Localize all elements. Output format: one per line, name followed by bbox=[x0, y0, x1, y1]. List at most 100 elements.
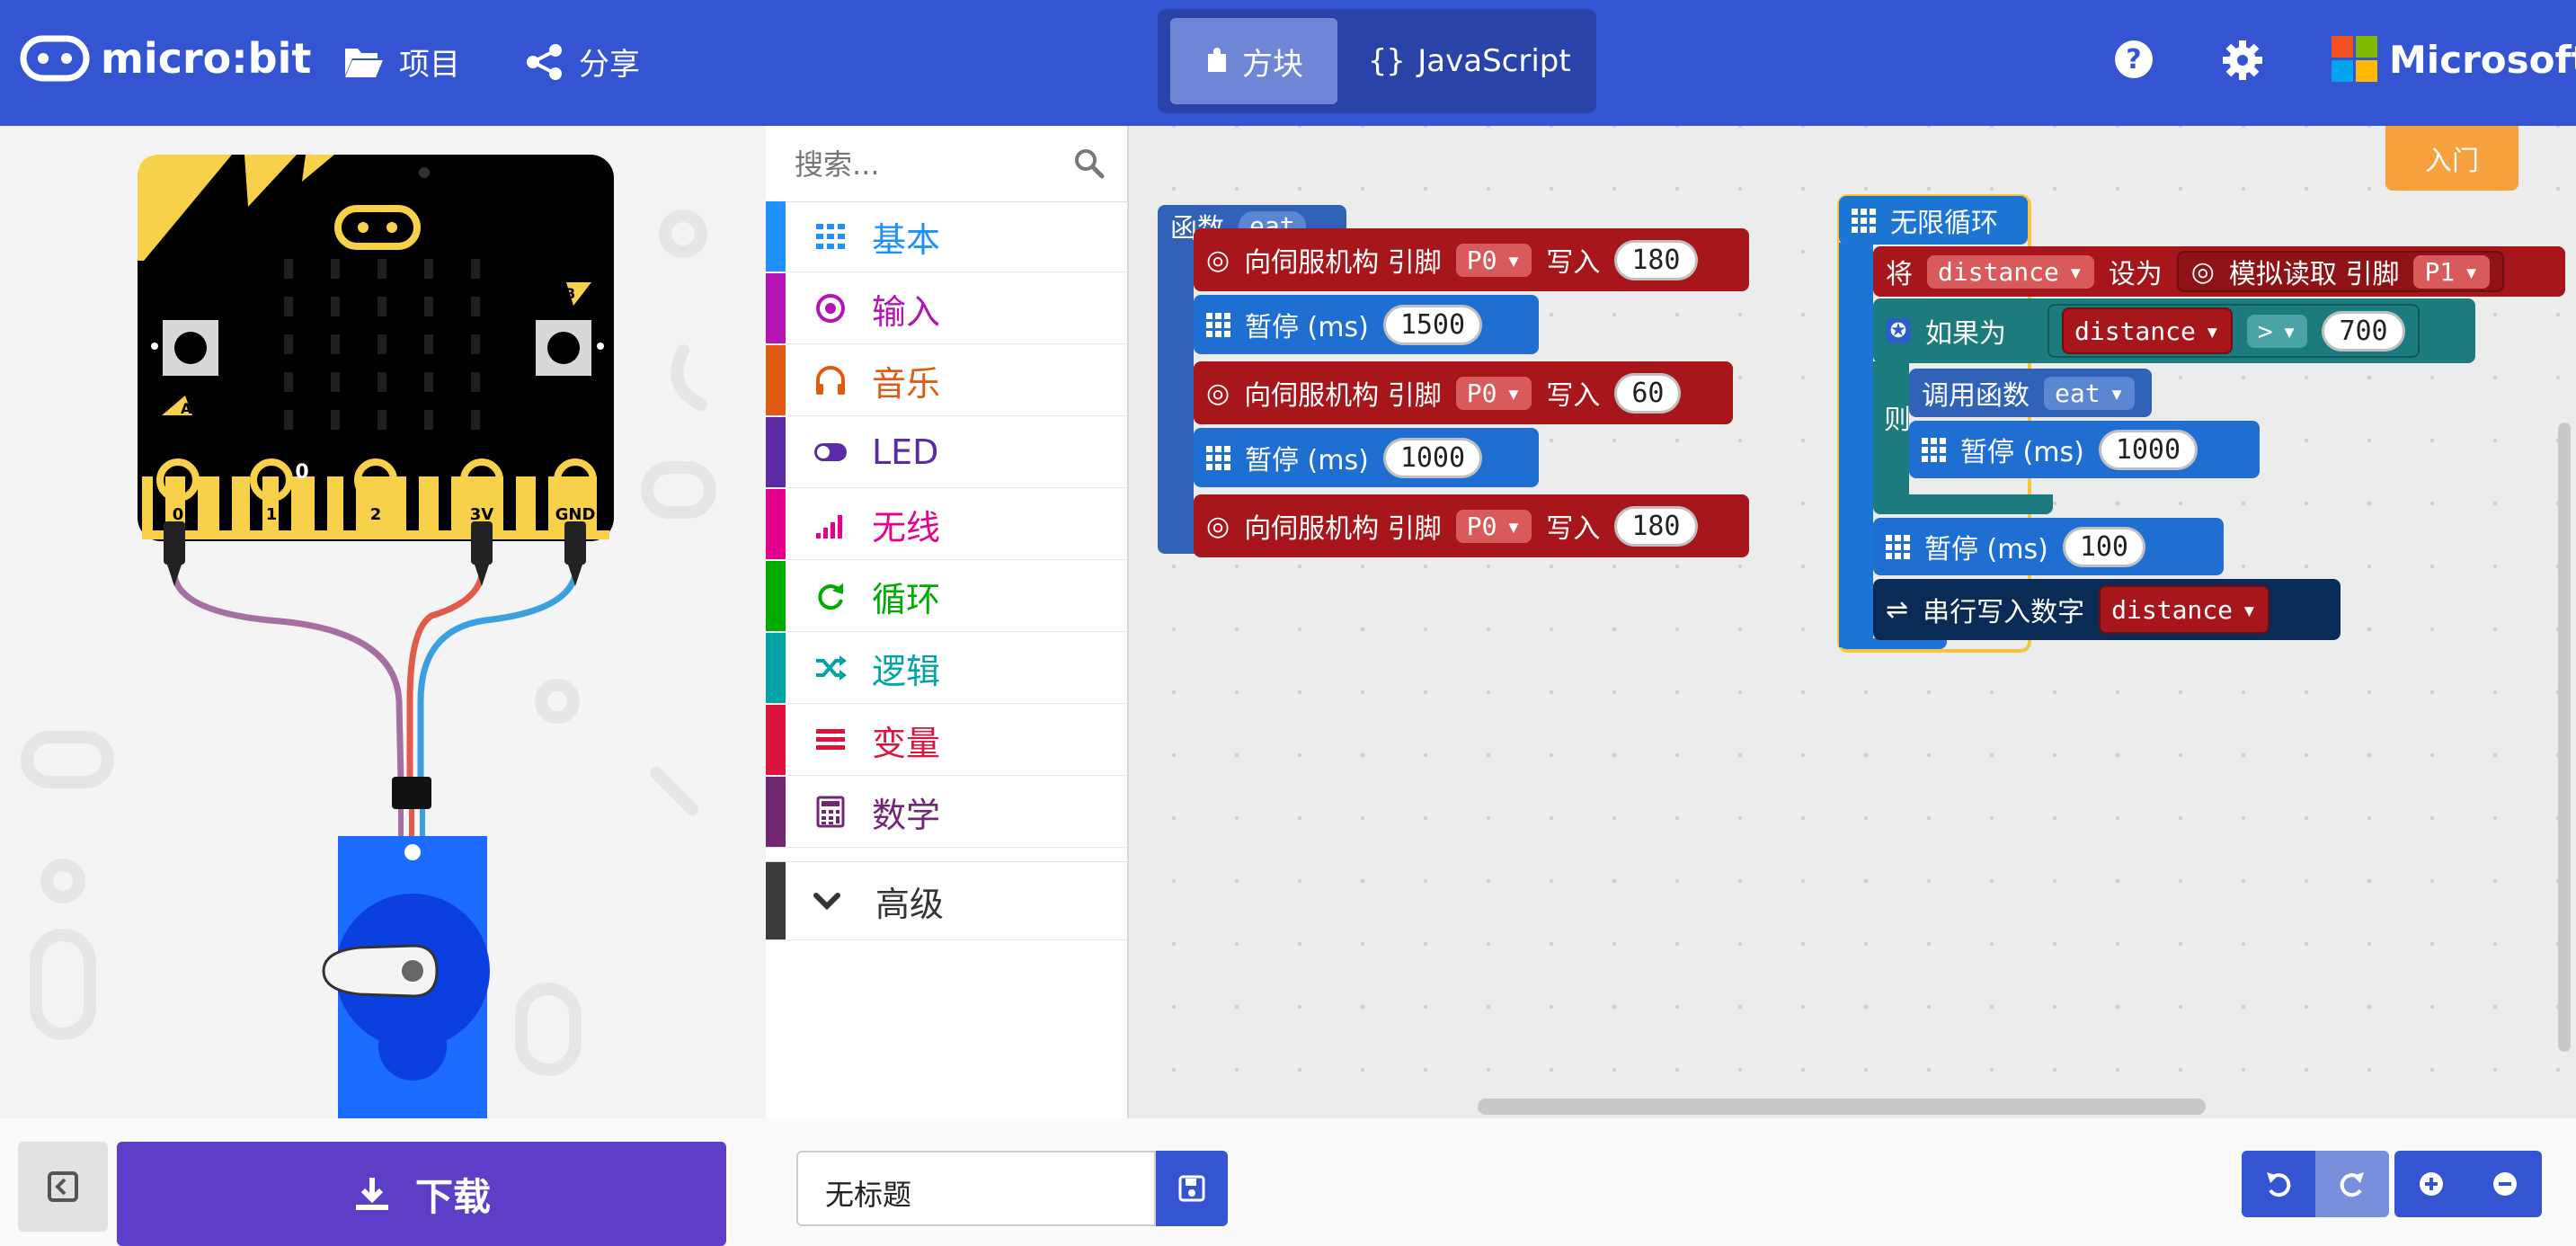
write-label: 写入 bbox=[1546, 380, 1601, 412]
pin-dropdown[interactable]: P0 ▾ bbox=[1455, 509, 1532, 543]
share-button[interactable]: 分享 bbox=[525, 40, 640, 84]
inner-pause-value[interactable]: 1000 bbox=[2098, 429, 2198, 470]
logo-text: micro:bit bbox=[101, 34, 312, 83]
help-icon: ? bbox=[2115, 40, 2153, 78]
download-button[interactable]: 下载 bbox=[117, 1142, 726, 1246]
servo-write-block[interactable]: ◎ 向伺服机构 引脚 P0 ▾ 写入 60 bbox=[1194, 361, 1733, 424]
tab-blocks[interactable]: 方块 bbox=[1170, 18, 1337, 104]
pause-label: 暂停 (ms) bbox=[1245, 445, 1369, 476]
microsoft-logo[interactable]: Microsoft bbox=[2332, 36, 2576, 83]
servo-value[interactable]: 180 bbox=[1614, 239, 1698, 280]
toggle-icon bbox=[802, 434, 859, 470]
top-bar: micro:bit 项目 分享 方块 {} JavaScript ? Micro… bbox=[0, 0, 2576, 126]
getting-started-label: 入门 bbox=[2425, 146, 2479, 177]
set-to-label: 设为 bbox=[2108, 259, 2163, 290]
collapse-simulator-button[interactable] bbox=[18, 1142, 108, 1232]
pause-label: 暂停 (ms) bbox=[1924, 534, 2048, 565]
project-name-value: 无标题 bbox=[825, 1178, 912, 1212]
svg-text:?: ? bbox=[2126, 44, 2141, 76]
settings-button[interactable] bbox=[2222, 40, 2263, 81]
simulator-svg: A B 0 1 2 3V GND 0 bbox=[21, 155, 716, 1118]
category-loops[interactable]: 循环 bbox=[766, 561, 1127, 632]
serial-variable-dropdown[interactable]: distance ▾ bbox=[2099, 585, 2270, 634]
variable-dropdown[interactable]: distance ▾ bbox=[1927, 254, 2094, 289]
category-basic[interactable]: 基本 bbox=[766, 201, 1127, 272]
forever-header[interactable]: 无限循环 bbox=[1839, 196, 2028, 245]
compare-value[interactable]: 700 bbox=[2322, 310, 2405, 352]
search-icon[interactable] bbox=[1073, 147, 1106, 180]
category-input[interactable]: 输入 bbox=[766, 273, 1127, 344]
search-input[interactable] bbox=[793, 142, 1066, 187]
call-function-block[interactable]: 调用函数 eat ▾ bbox=[1909, 369, 2152, 417]
zoom-out-button[interactable] bbox=[2468, 1151, 2542, 1217]
pause-value[interactable]: 1500 bbox=[1382, 304, 1483, 345]
blocks-workspace[interactable]: 入门 函数 eat ◎ 向伺服机构 引脚 P0▾ 写入 180 暂停 (ms) … bbox=[1129, 126, 2576, 1118]
category-radio[interactable]: 无线 bbox=[766, 489, 1127, 560]
caret-down-icon: ▾ bbox=[2281, 316, 2297, 346]
download-label: 下载 bbox=[414, 1174, 491, 1219]
analog-pin-dropdown[interactable]: P1 ▾ bbox=[2413, 254, 2491, 289]
category-label: 循环 bbox=[872, 579, 941, 619]
comparison-block[interactable]: distance ▾ > ▾ 700 bbox=[2047, 304, 2420, 358]
zoom-in-button[interactable] bbox=[2394, 1151, 2468, 1217]
tab-blocks-label: 方块 bbox=[1242, 46, 1303, 83]
led-pixel bbox=[284, 334, 293, 354]
category-variables[interactable]: 变量 bbox=[766, 705, 1127, 776]
microsoft-icon bbox=[2332, 36, 2377, 82]
tab-javascript[interactable]: {} JavaScript bbox=[1357, 18, 1582, 104]
pin-label-1: 1 bbox=[266, 505, 278, 524]
pause-block[interactable]: 暂停 (ms) 1000 bbox=[1194, 428, 1539, 487]
save-button[interactable] bbox=[1156, 1151, 1228, 1226]
servo-write-block[interactable]: ◎ 向伺服机构 引脚 P0 ▾ 写入 180 bbox=[1194, 494, 1749, 557]
category-led[interactable]: LED bbox=[766, 417, 1127, 488]
servo-write-block[interactable]: ◎ 向伺服机构 引脚 P0 ▾ 写入 180 bbox=[1194, 228, 1749, 291]
serial-write-block[interactable]: ⇌ 串行写入数字 distance ▾ bbox=[1873, 579, 2341, 640]
microbit-logo[interactable]: micro:bit bbox=[20, 34, 311, 83]
grid-icon bbox=[1206, 445, 1230, 470]
undo-button[interactable] bbox=[2242, 1151, 2315, 1217]
toolbox-advanced[interactable]: 高级 bbox=[766, 861, 1127, 940]
servo-value[interactable]: 60 bbox=[1614, 372, 1682, 414]
category-label: LED bbox=[872, 432, 939, 472]
led-pixel bbox=[424, 372, 433, 392]
led-pixel bbox=[284, 297, 293, 316]
pause-value[interactable]: 1000 bbox=[1382, 437, 1483, 478]
inner-pause-block[interactable]: 暂停 (ms) 1000 bbox=[1909, 421, 2260, 478]
category-logic[interactable]: 逻辑 bbox=[766, 633, 1127, 704]
inner-pause-label: 暂停 (ms) bbox=[1960, 437, 2084, 468]
projects-button[interactable]: 项目 bbox=[343, 40, 460, 84]
project-name-field[interactable]: 无标题 bbox=[796, 1151, 1156, 1226]
horizontal-scrollbar[interactable] bbox=[1478, 1099, 2206, 1115]
analog-read-block[interactable]: ◎ 模拟读取 引脚 P1 ▾ bbox=[2176, 251, 2505, 292]
redo-button[interactable] bbox=[2315, 1151, 2389, 1217]
pin-dropdown[interactable]: P0 ▾ bbox=[1455, 376, 1532, 410]
pin-label-2: 2 bbox=[370, 505, 382, 524]
getting-started-button[interactable]: 入门 bbox=[2385, 126, 2518, 191]
operator-dropdown[interactable]: > ▾ bbox=[2246, 314, 2308, 348]
bottom-bar: 下载 无标题 bbox=[0, 1118, 2576, 1246]
pause-block[interactable]: 暂停 (ms) 1500 bbox=[1194, 295, 1539, 354]
pause-value[interactable]: 100 bbox=[2062, 526, 2145, 567]
servo-value[interactable]: 180 bbox=[1614, 505, 1698, 547]
servo-wires bbox=[171, 572, 579, 786]
editor-toggle: 方块 {} JavaScript bbox=[1158, 9, 1596, 113]
pause-block[interactable]: 暂停 (ms) 100 bbox=[1873, 518, 2224, 575]
led-pixel bbox=[331, 259, 340, 279]
refresh-icon bbox=[802, 578, 859, 614]
pin-label-0: 0 bbox=[173, 505, 184, 524]
if-label: 如果为 bbox=[1925, 318, 2006, 350]
servo-label: 向伺服机构 引脚 bbox=[1244, 247, 1442, 279]
target-icon: ◎ bbox=[1206, 510, 1230, 542]
category-math[interactable]: 数学 bbox=[766, 777, 1127, 848]
help-button[interactable]: ? bbox=[2114, 40, 2154, 79]
pin-dropdown[interactable]: P0 ▾ bbox=[1455, 243, 1532, 277]
folder-open-icon bbox=[345, 48, 383, 77]
vertical-scrollbar[interactable] bbox=[2558, 423, 2571, 1052]
set-variable-block[interactable]: 将 distance ▾ 设为 ◎ 模拟读取 引脚 P1 ▾ bbox=[1873, 246, 2565, 297]
call-name-dropdown[interactable]: eat ▾ bbox=[2044, 376, 2136, 410]
servo-motor bbox=[322, 836, 490, 1118]
set-keyword: 将 bbox=[1886, 259, 1913, 290]
compare-variable-dropdown[interactable]: distance ▾ bbox=[2062, 307, 2233, 354]
if-block[interactable]: ✪ 如果为 distance ▾ > ▾ 700 bbox=[1873, 298, 2475, 363]
category-music[interactable]: 音乐 bbox=[766, 345, 1127, 416]
